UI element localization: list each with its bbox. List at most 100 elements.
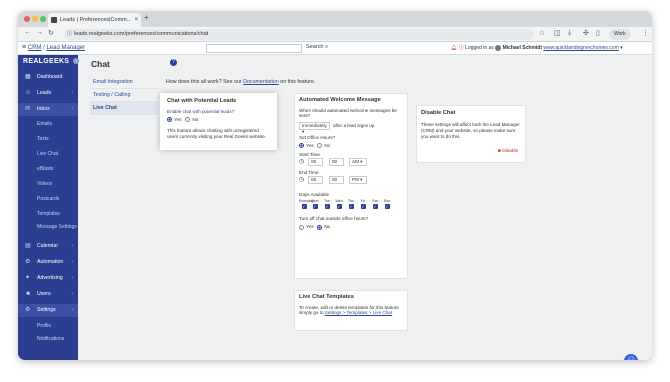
search-button-label: Search xyxy=(306,44,324,50)
minimize-window-icon[interactable] xyxy=(32,16,38,22)
days-available-label: Days Available xyxy=(299,192,330,198)
sidebar-item-label: Dashboard xyxy=(37,74,63,80)
breadcrumb: ≡ CRM / Lead Manager xyxy=(22,44,86,51)
day-checkbox[interactable]: ✓ xyxy=(301,204,307,210)
day-checkbox[interactable]: ✓ xyxy=(360,204,366,210)
day-thu[interactable]: Thu ✓ xyxy=(347,199,355,210)
search-button[interactable]: Search ⌕ xyxy=(306,44,328,51)
notification-bell-icon[interactable]: 🔔︎ xyxy=(451,45,457,51)
turnoff-no-radio[interactable] xyxy=(317,224,323,230)
start-minute-field[interactable]: 00 xyxy=(329,158,344,167)
nav-texting-calling[interactable]: Texting / Calling xyxy=(90,89,158,102)
day-tue[interactable]: Tue ✓ xyxy=(323,199,331,210)
day-checkbox[interactable]: ✓ xyxy=(324,204,330,210)
sidebar-sub-eblasts[interactable]: eBlasts xyxy=(18,163,78,175)
browser-tab[interactable]: Leads | Preferences|Comm... × xyxy=(48,13,141,27)
chat-with-leads-popup: Chat with Potential Leads Enable chat wi… xyxy=(160,93,277,150)
sidebar-sub-postcards[interactable]: Postcards xyxy=(18,193,78,205)
extensions-puzzle-icon[interactable]: ✣ xyxy=(583,29,589,37)
profile-button[interactable]: Work xyxy=(609,29,631,40)
breadcrumb-lead-manager[interactable]: Lead Manager xyxy=(46,45,85,51)
url-text: leads.realgeeks.com/preferences/communic… xyxy=(74,31,209,37)
turnoff-no-label: No xyxy=(324,224,331,230)
sidebar-sub-notifications[interactable]: Notifications xyxy=(18,335,78,349)
office-hours-yes-radio[interactable] xyxy=(299,143,304,149)
bookmark-star-icon[interactable]: ☆ xyxy=(539,29,545,37)
end-hour-field[interactable]: 08 xyxy=(308,176,323,185)
disable-icon: ■ xyxy=(498,149,501,154)
new-tab-icon[interactable]: + xyxy=(144,13,149,22)
sidebar-item-advertising[interactable]: ✦ Advertising › xyxy=(18,272,78,285)
app-page: ≡ CRM / Lead Manager Search ⌕ 🔔︎ ⓘ Logge… xyxy=(18,42,652,360)
menu-hamburger-icon[interactable]: ≡ xyxy=(22,44,26,51)
day-mon[interactable]: Mon ✓ xyxy=(311,199,319,210)
close-tab-icon[interactable]: × xyxy=(134,13,138,27)
enable-chat-yes-radio[interactable] xyxy=(167,117,172,123)
end-ampm-select[interactable]: PM ▾ xyxy=(349,176,367,185)
start-ampm-select[interactable]: AM ▾ xyxy=(349,158,367,167)
popup-description: This feature allows chatting with unregi… xyxy=(167,128,267,140)
sidebar-sub-message-settings[interactable]: Message Settings xyxy=(18,223,78,237)
favicon-icon xyxy=(51,17,57,23)
avatar[interactable] xyxy=(495,44,502,51)
sidebar-sub-live-chat[interactable]: Live Chat xyxy=(18,148,78,160)
day-checkbox[interactable]: ✓ xyxy=(372,204,378,210)
enable-chat-no-label: No xyxy=(192,117,199,122)
sidebar-item-dashboard[interactable]: ▦ Dashboard xyxy=(18,71,78,84)
day-fri[interactable]: Fri ✓ xyxy=(359,199,367,210)
day-checkbox[interactable]: ✓ xyxy=(348,204,354,210)
day-checkbox[interactable]: ✓ xyxy=(312,204,318,210)
website-link[interactable]: www.quicklandingnerchomes.com xyxy=(543,45,618,51)
sidebar-item-label: Calendar xyxy=(37,243,59,249)
sidebar-item-users[interactable]: ☻ Users › xyxy=(18,288,78,301)
site-info-icon[interactable]: ⓘ xyxy=(67,29,72,40)
sidebar-item-inbox[interactable]: ✉ Inbox › xyxy=(18,103,78,116)
browser-menu-icon[interactable]: ⋮ xyxy=(642,29,649,37)
chevron-down-icon[interactable]: ▾ xyxy=(620,45,623,51)
download-icon[interactable]: ⤓ xyxy=(568,29,571,37)
nav-live-chat[interactable]: Live Chat xyxy=(90,102,158,115)
documentation-link[interactable]: Documentation xyxy=(243,79,279,85)
disable-chat-card: Disable Chat These settings will affect … xyxy=(416,105,526,163)
page-help-icon[interactable]: ? xyxy=(170,59,177,66)
sidebar-item-label: Users xyxy=(37,291,51,297)
close-window-icon[interactable] xyxy=(24,16,30,22)
templates-link[interactable]: Settings > Templates > Live Chat xyxy=(325,310,392,315)
day-checkbox[interactable]: ✓ xyxy=(384,204,390,210)
nav-email-integration[interactable]: Email Integration xyxy=(90,76,158,89)
extension-icon[interactable]: ◫ xyxy=(554,29,561,37)
back-icon[interactable]: ← xyxy=(24,29,31,36)
end-minute-field[interactable]: 00 xyxy=(329,176,344,185)
sidebar-item-automation[interactable]: ⚙ Automation › xyxy=(18,256,78,269)
forward-icon[interactable]: → xyxy=(36,29,43,36)
day-sun[interactable]: Sun ✓ xyxy=(383,199,391,210)
turnoff-yes-radio[interactable] xyxy=(299,224,304,230)
url-field[interactable]: ⓘ leads.realgeeks.com/preferences/commun… xyxy=(64,29,534,40)
office-hours-no-radio[interactable] xyxy=(317,143,323,149)
start-hour-field[interactable]: 08 xyxy=(308,158,323,167)
day-everyday[interactable]: Everyday ✓ xyxy=(299,199,314,210)
day-sat[interactable]: Sat ✓ xyxy=(371,199,379,210)
enable-chat-no-radio[interactable] xyxy=(185,117,191,123)
disable-chat-button[interactable]: ■ Disable xyxy=(498,149,518,154)
sidebar-sub-templates[interactable]: Templates xyxy=(18,208,78,220)
reload-icon[interactable]: ↻ xyxy=(48,29,54,37)
realgeeks-logo[interactable]: REALGEEKS xyxy=(23,58,69,65)
send-timing-select[interactable]: Immediately ▾ xyxy=(299,122,330,134)
sidepanel-icon[interactable]: ▯ xyxy=(596,29,600,37)
sidebar-item-leads[interactable]: ☺ Leads › xyxy=(18,87,78,100)
sidebar-item-calendar[interactable]: ▤ Calendar › xyxy=(18,240,78,253)
day-checkbox[interactable]: ✓ xyxy=(336,204,342,210)
day-wed[interactable]: Wed ✓ xyxy=(335,199,343,210)
search-input[interactable] xyxy=(206,44,302,53)
breadcrumb-crm[interactable]: CRM xyxy=(28,45,42,51)
help-icon[interactable]: ⓘ xyxy=(459,45,464,51)
sidebar-item-settings[interactable]: ⚙ Settings › xyxy=(18,304,78,317)
sidebar-sub-texts[interactable]: Texts xyxy=(18,133,78,145)
user-name[interactable]: Michael Schmidt xyxy=(503,45,542,51)
maximize-window-icon[interactable] xyxy=(40,16,46,22)
send-timing-value: Immediately xyxy=(302,123,327,128)
sidebar-sub-emails[interactable]: Emails xyxy=(18,118,78,130)
sidebar-sub-profile[interactable]: Profile xyxy=(18,320,78,332)
sidebar-sub-videos[interactable]: Videos xyxy=(18,178,78,190)
